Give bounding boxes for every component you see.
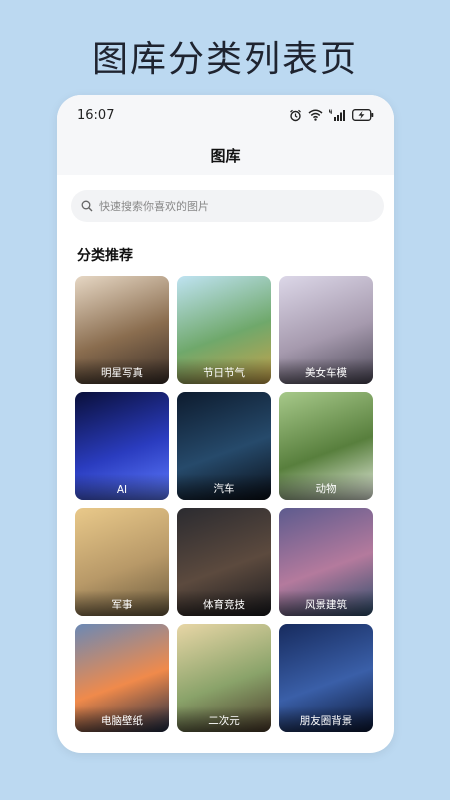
- page-title: 图库: [210, 146, 241, 165]
- category-card[interactable]: 汽车: [177, 392, 271, 500]
- category-card[interactable]: 风景建筑: [279, 508, 373, 616]
- category-label: 军事: [111, 599, 133, 611]
- category-label: 二次元: [208, 715, 240, 727]
- signal-4g-icon: [329, 109, 345, 121]
- category-label: 电脑壁纸: [101, 715, 143, 727]
- category-card[interactable]: 明星写真: [75, 276, 169, 384]
- category-label: 风景建筑: [305, 599, 347, 611]
- search-bar[interactable]: [71, 190, 384, 222]
- category-card[interactable]: AI: [75, 392, 169, 500]
- search-icon: [81, 200, 93, 212]
- category-label: 节日节气: [203, 367, 245, 379]
- category-label: 体育竞技: [203, 599, 245, 611]
- category-card[interactable]: 美女车模: [279, 276, 373, 384]
- category-grid: 明星写真 节日节气 美女车模 AI 汽车 动物 军事 体育竞技 风景建筑 电脑壁…: [75, 276, 373, 732]
- search-input[interactable]: [99, 199, 374, 213]
- category-label: 明星写真: [101, 367, 143, 379]
- status-icons: [289, 109, 374, 122]
- category-card[interactable]: 二次元: [177, 624, 271, 732]
- category-label: 美女车模: [305, 367, 347, 379]
- status-bar: 16:07: [57, 95, 394, 135]
- category-card[interactable]: 动物: [279, 392, 373, 500]
- battery-charging-icon: [352, 109, 374, 121]
- section-title: 分类推荐: [77, 248, 133, 264]
- category-card[interactable]: 体育竞技: [177, 508, 271, 616]
- alarm-icon: [290, 109, 301, 121]
- category-label: 汽车: [213, 483, 235, 495]
- category-label: 动物: [315, 483, 337, 495]
- top-navigation: 图库: [57, 135, 394, 175]
- category-label: 朋友圈背景: [299, 715, 353, 727]
- category-label: AI: [116, 484, 128, 496]
- category-card[interactable]: 朋友圈背景: [279, 624, 373, 732]
- status-time: 16:07: [77, 107, 115, 123]
- category-card[interactable]: 节日节气: [177, 276, 271, 384]
- banner-title: 图库分类列表页: [91, 39, 358, 80]
- wifi-icon: [308, 109, 323, 121]
- phone-screen: 16:07 图库 快速搜索你喜欢的图片 分类推荐 明星写真 节日节气 美女车模 …: [57, 95, 394, 753]
- category-card[interactable]: 电脑壁纸: [75, 624, 169, 732]
- category-card[interactable]: 军事: [75, 508, 169, 616]
